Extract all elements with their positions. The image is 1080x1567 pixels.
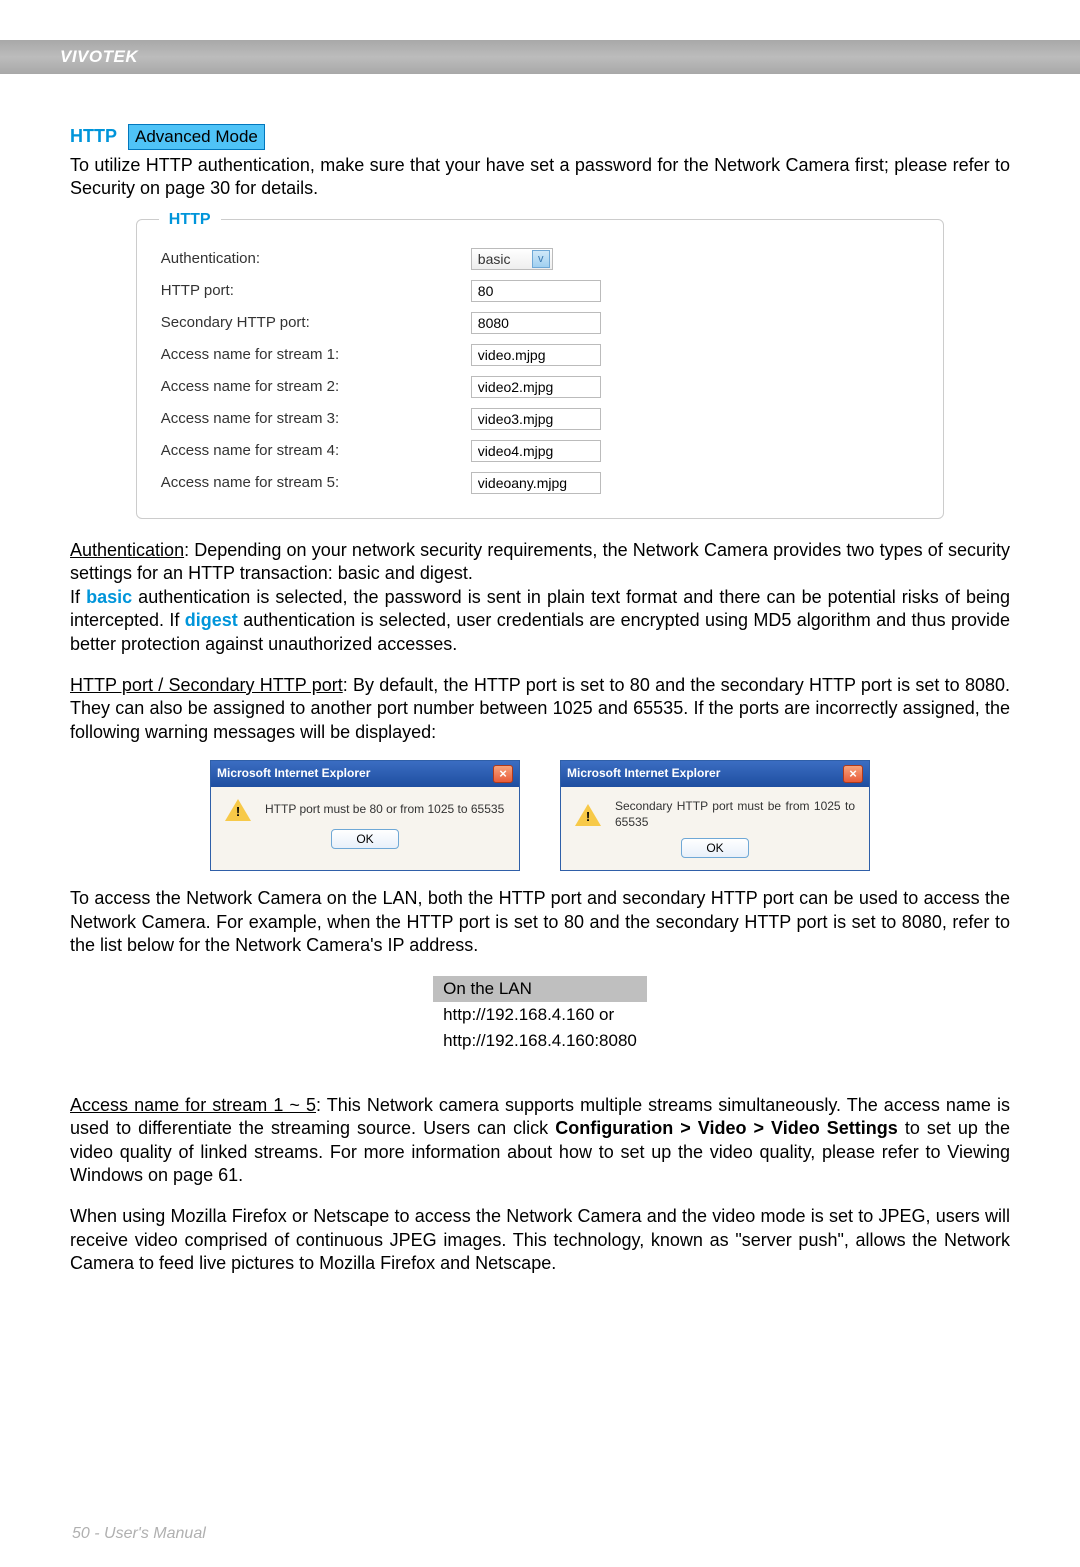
config-path-bold: Configuration > Video > Video Settings [555, 1118, 898, 1138]
dialog-message: HTTP port must be 80 or from 1025 to 655… [265, 802, 504, 818]
brand-label: VIVOTEK [60, 47, 138, 67]
close-icon[interactable]: × [843, 765, 863, 783]
dialog-title-text: Microsoft Internet Explorer [567, 766, 720, 782]
row-http-port: HTTP port: [161, 280, 919, 302]
row-stream2: Access name for stream 2: [161, 376, 919, 398]
firefox-paragraph: When using Mozilla Firefox or Netscape t… [70, 1205, 1010, 1275]
advanced-mode-badge: Advanced Mode [128, 124, 265, 150]
basic-keyword: basic [86, 587, 132, 607]
dialog-body: HTTP port must be 80 or from 1025 to 655… [211, 787, 519, 829]
auth-text1: : Depending on your network security req… [70, 540, 1010, 583]
page-footer: 50 - User's Manual [72, 1525, 206, 1543]
label-stream4: Access name for stream 4: [161, 441, 471, 461]
close-icon[interactable]: × [493, 765, 513, 783]
chevron-down-icon[interactable]: v [532, 250, 550, 268]
warning-icon [225, 799, 251, 821]
row-stream1: Access name for stream 1: [161, 344, 919, 366]
lan-header-cell: On the LAN [433, 976, 647, 1002]
access-underline: Access name for stream 1 ~ 5 [70, 1095, 316, 1115]
dialog-titlebar: Microsoft Internet Explorer × [211, 761, 519, 787]
auth-paragraph: Authentication: Depending on your networ… [70, 539, 1010, 656]
stream4-input[interactable] [471, 440, 601, 462]
dialog-body: Secondary HTTP port must be from 1025 to… [561, 787, 869, 838]
row-stream4: Access name for stream 4: [161, 440, 919, 462]
secondary-http-port-input[interactable] [471, 312, 601, 334]
dialog-title-text: Microsoft Internet Explorer [217, 766, 370, 782]
stream3-input[interactable] [471, 408, 601, 430]
dialog-titlebar: Microsoft Internet Explorer × [561, 761, 869, 787]
warning-icon [575, 804, 601, 826]
auth-underline: Authentication [70, 540, 184, 560]
dialog-http-port: Microsoft Internet Explorer × HTTP port … [210, 760, 520, 871]
row-stream3: Access name for stream 3: [161, 408, 919, 430]
row-authentication: Authentication: basic v [161, 248, 919, 270]
ok-button[interactable]: OK [681, 838, 748, 858]
http-port-input[interactable] [471, 280, 601, 302]
intro-paragraph: To utilize HTTP authentication, make sur… [70, 154, 1010, 201]
section-title: HTTP [70, 125, 117, 148]
port-paragraph: HTTP port / Secondary HTTP port: By defa… [70, 674, 1010, 744]
label-secondary-http-port: Secondary HTTP port: [161, 313, 471, 333]
after-dialog-paragraph: To access the Network Camera on the LAN,… [70, 887, 1010, 957]
ok-button[interactable]: OK [331, 829, 398, 849]
lan-cell-2: http://192.168.4.160:8080 [433, 1028, 647, 1054]
authentication-select[interactable]: basic v [471, 248, 553, 270]
stream5-input[interactable] [471, 472, 601, 494]
dialog-message: Secondary HTTP port must be from 1025 to… [615, 799, 855, 830]
authentication-value: basic [478, 250, 511, 268]
fieldset-legend: HTTP [159, 210, 221, 231]
stream2-input[interactable] [471, 376, 601, 398]
dialog-secondary-http-port: Microsoft Internet Explorer × Secondary … [560, 760, 870, 871]
label-stream2: Access name for stream 2: [161, 377, 471, 397]
label-authentication: Authentication: [161, 249, 471, 269]
http-form-panel: HTTP Authentication: basic v HTTP port: … [136, 219, 944, 519]
stream1-input[interactable] [471, 344, 601, 366]
auth-text2a: If [70, 587, 86, 607]
access-paragraph: Access name for stream 1 ~ 5: This Netwo… [70, 1094, 1010, 1188]
lan-cell-1: http://192.168.4.160 or [433, 1002, 647, 1028]
digest-keyword: digest [185, 610, 238, 630]
section-heading-row: HTTP Advanced Mode [70, 124, 1010, 150]
dialog-row: Microsoft Internet Explorer × HTTP port … [70, 760, 1010, 871]
row-secondary-http-port: Secondary HTTP port: [161, 312, 919, 334]
port-underline: HTTP port / Secondary HTTP port [70, 675, 343, 695]
label-stream3: Access name for stream 3: [161, 409, 471, 429]
label-stream5: Access name for stream 5: [161, 473, 471, 493]
row-stream5: Access name for stream 5: [161, 472, 919, 494]
lan-table: On the LAN http://192.168.4.160 or http:… [433, 976, 647, 1054]
label-http-port: HTTP port: [161, 281, 471, 301]
label-stream1: Access name for stream 1: [161, 345, 471, 365]
page-header: VIVOTEK [0, 40, 1080, 74]
